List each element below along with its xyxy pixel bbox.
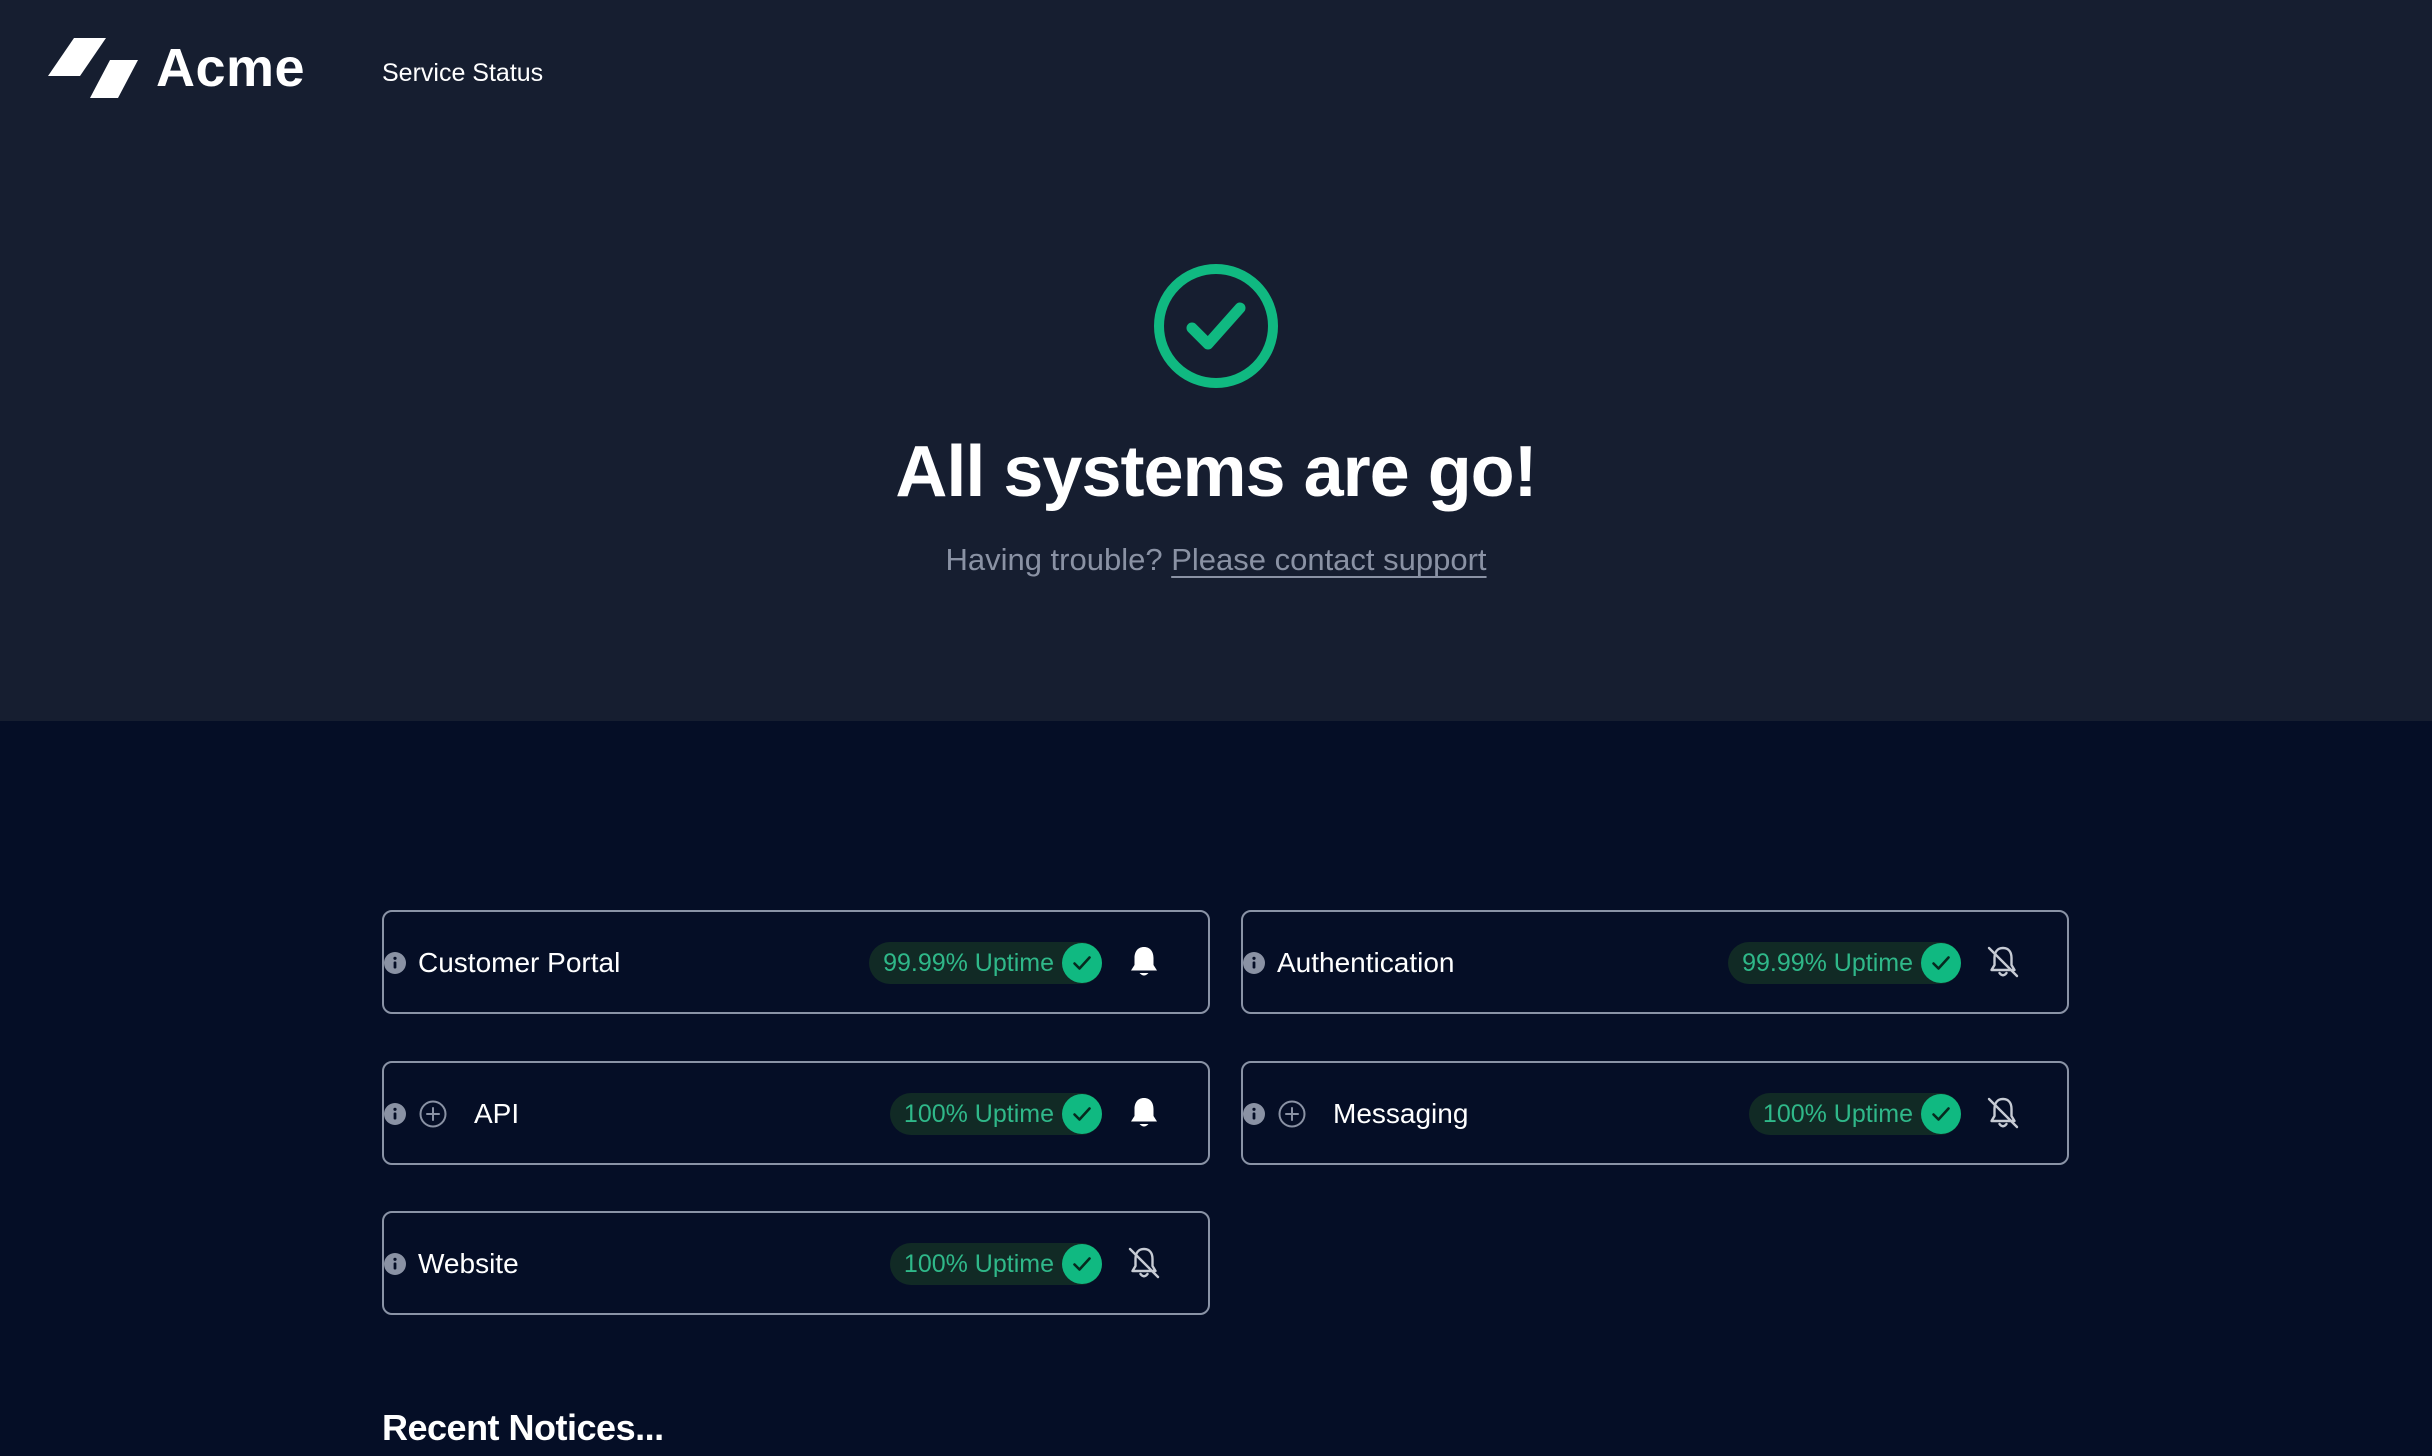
hero-section: Acme Service Status All systems are go! … — [0, 0, 2432, 721]
support-prompt: Having trouble? — [945, 542, 1172, 577]
service-card-messaging[interactable]: Messaging 100% Uptime — [1241, 1061, 2069, 1165]
service-name: Messaging — [1333, 1098, 1469, 1129]
bell-off-icon[interactable] — [1983, 1093, 2023, 1133]
service-name: API — [474, 1098, 520, 1129]
info-icon[interactable] — [384, 1253, 406, 1275]
acme-logo-icon — [48, 38, 138, 98]
service-name: Website — [418, 1248, 519, 1279]
operational-check-icon — [1062, 1094, 1102, 1134]
operational-check-icon — [1921, 1094, 1961, 1134]
expand-icon[interactable] — [418, 1099, 448, 1129]
check-circle-icon — [1154, 264, 1278, 388]
site-header: Acme Service Status — [0, 0, 2432, 150]
bell-off-icon[interactable] — [1124, 1243, 1164, 1283]
operational-check-icon — [1921, 943, 1961, 983]
status-headline: All systems are go! — [895, 432, 1537, 512]
info-icon[interactable] — [384, 952, 406, 974]
info-icon[interactable] — [1243, 952, 1265, 974]
contact-support-link[interactable]: Please contact support — [1171, 542, 1486, 577]
service-name: Customer Portal — [418, 947, 621, 978]
support-line: Having trouble? Please contact support — [0, 538, 2432, 582]
operational-check-icon — [1062, 943, 1102, 983]
service-card-website[interactable]: Website 100% Uptime — [382, 1211, 1210, 1315]
acme-logo[interactable]: Acme — [46, 36, 305, 100]
bell-icon[interactable] — [1124, 1093, 1164, 1133]
info-icon[interactable] — [384, 1103, 406, 1125]
logo-text: Acme — [156, 38, 306, 98]
service-card-api[interactable]: API 100% Uptime — [382, 1061, 1210, 1165]
service-card-customer-portal[interactable]: Customer Portal 99.99% Uptime — [382, 910, 1210, 1014]
operational-check-icon — [1062, 1244, 1102, 1284]
bell-off-icon[interactable] — [1983, 942, 2023, 982]
service-card-authentication[interactable]: Authentication 99.99% Uptime — [1241, 910, 2069, 1014]
service-name: Authentication — [1277, 947, 1455, 978]
expand-icon[interactable] — [1277, 1099, 1307, 1129]
service-status-link[interactable]: Service Status — [382, 55, 543, 91]
info-icon[interactable] — [1243, 1103, 1265, 1125]
bell-icon[interactable] — [1124, 942, 1164, 982]
